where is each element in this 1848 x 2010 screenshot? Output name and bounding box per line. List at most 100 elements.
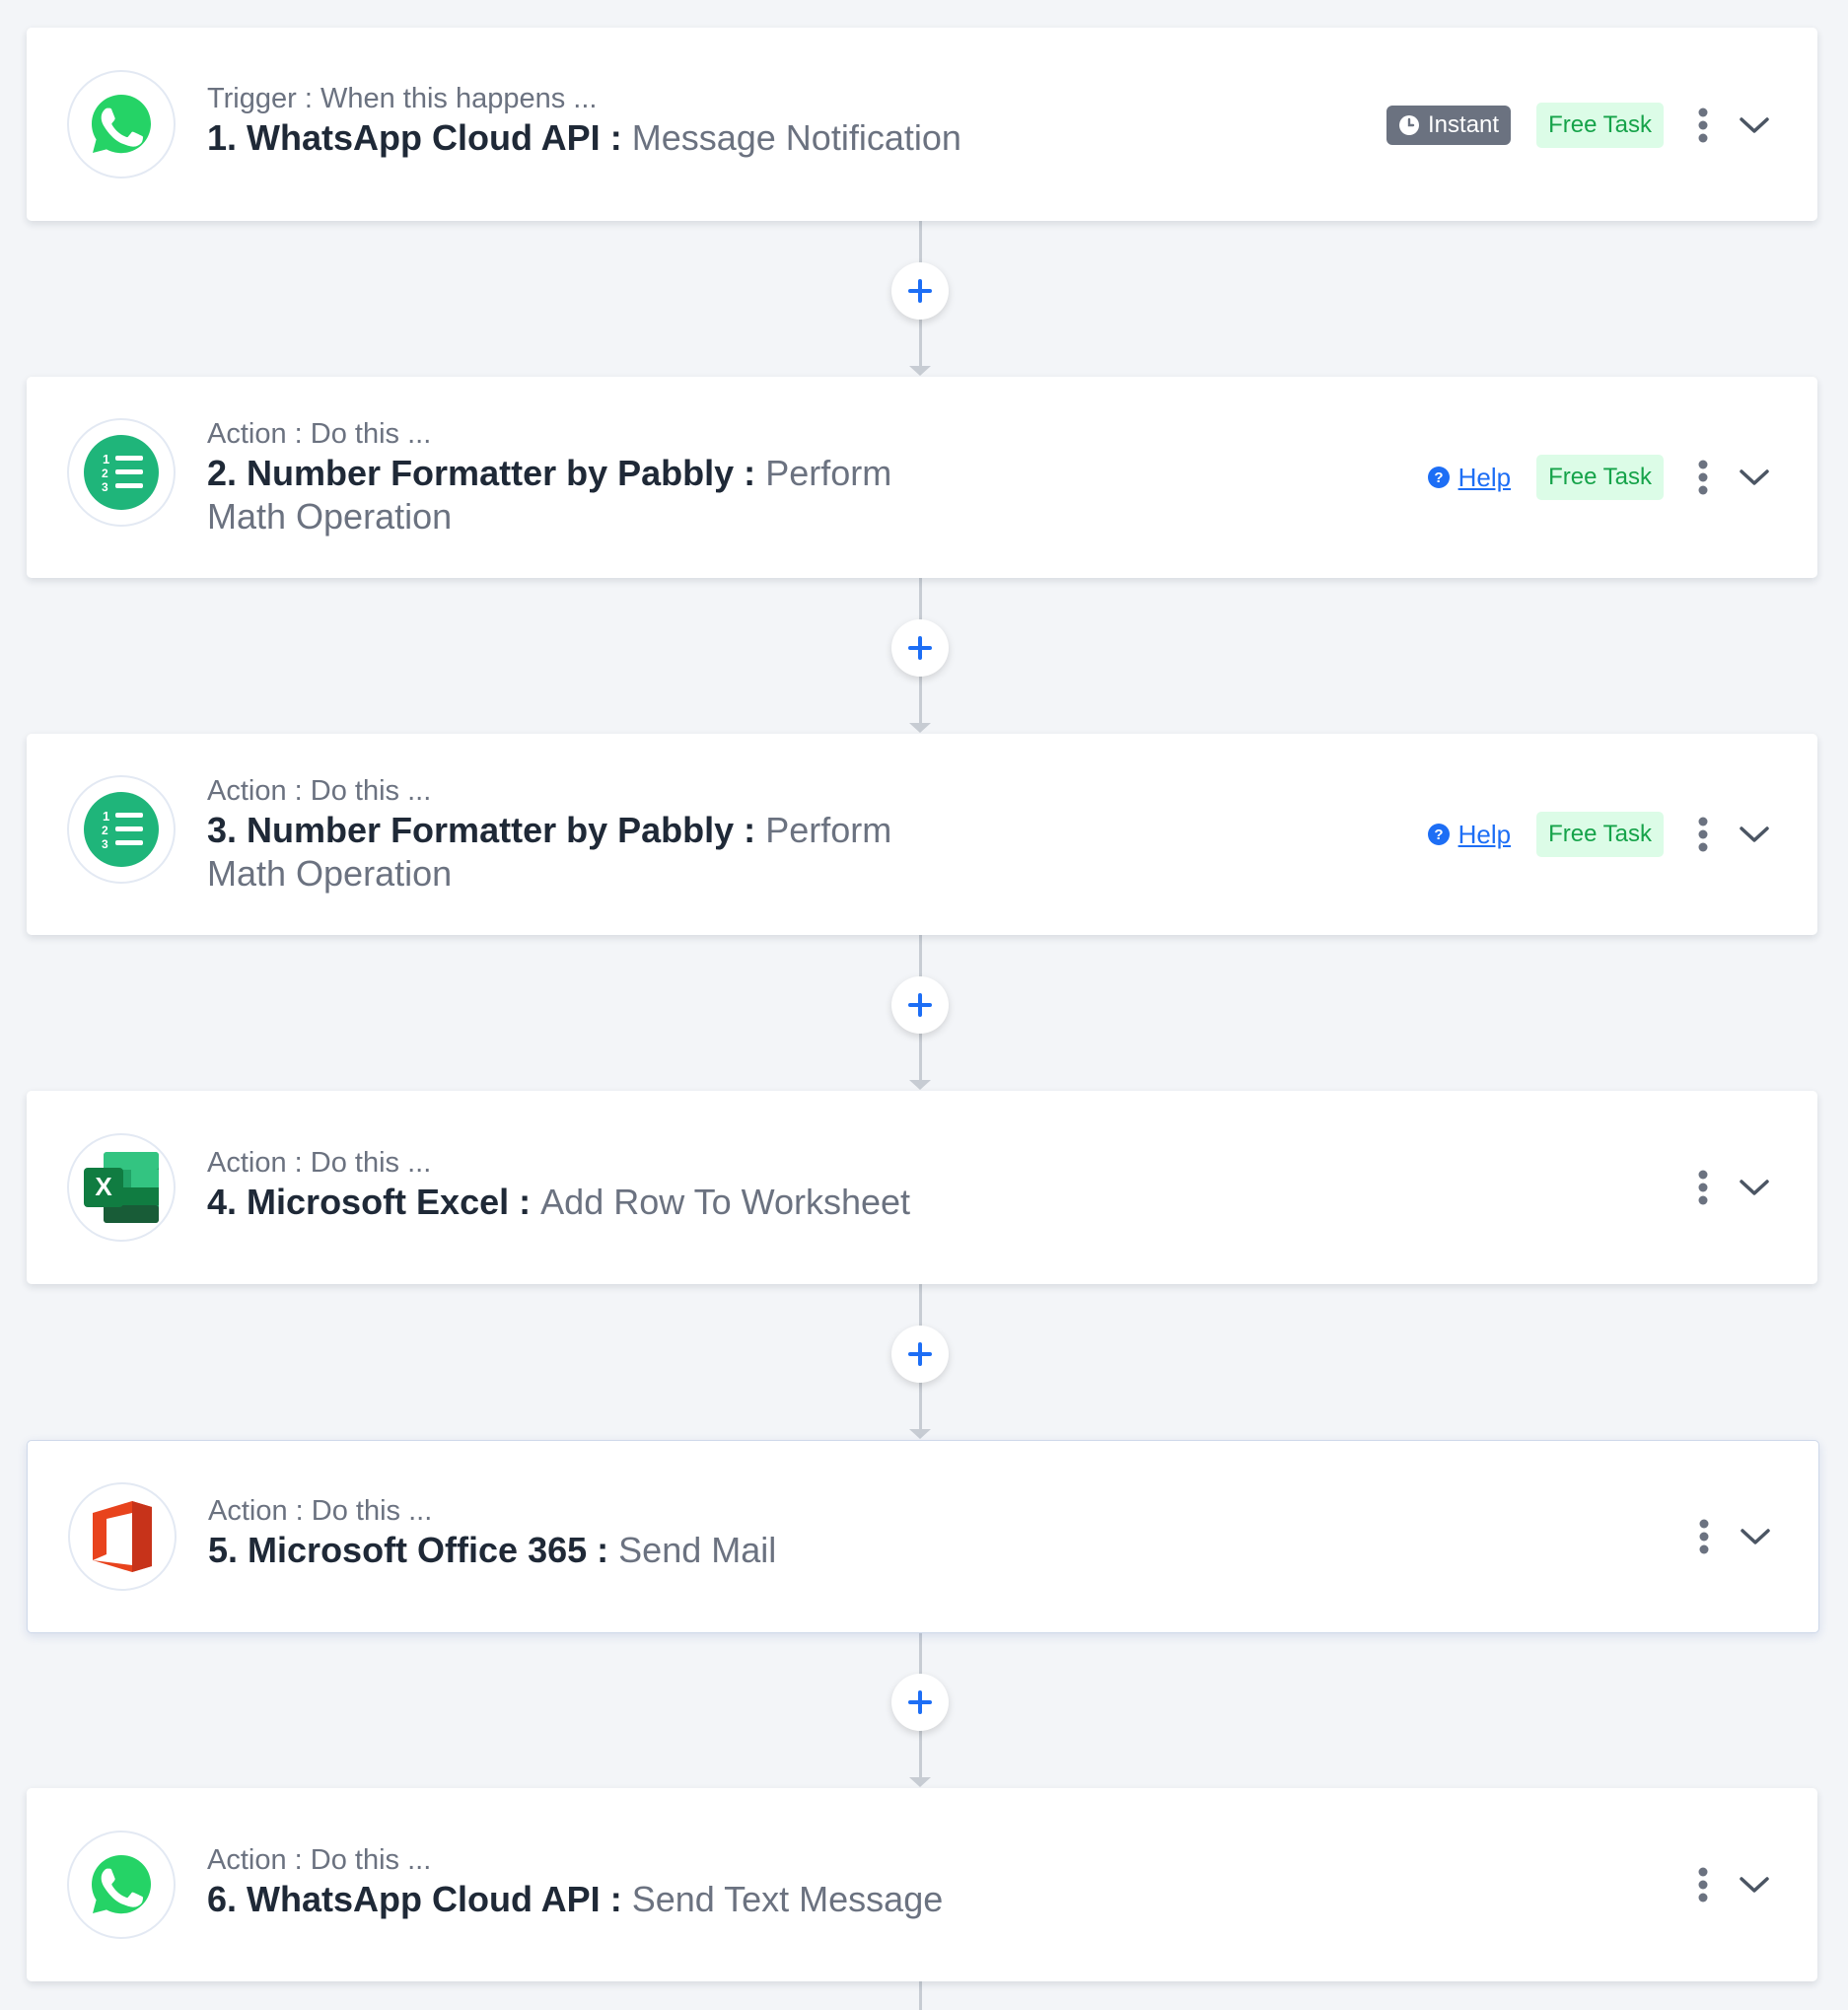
svg-text:2: 2 [102,467,108,480]
chevron-down-icon [1741,1529,1770,1544]
step-card-4[interactable]: X Action : Do this ... 4. Microsoft Exce… [27,1091,1817,1284]
add-step-button[interactable] [891,1674,949,1731]
step-separator: : [609,117,622,158]
office365-logo [68,1482,177,1591]
number-formatter-icon: 1 2 3 [84,435,159,510]
step-card-5[interactable]: Action : Do this ... 5. Microsoft Office… [27,1440,1819,1633]
plus-icon [908,279,932,303]
step-separator: : [744,453,756,493]
step-kind-label: Action : Do this ... [207,1147,432,1179]
step-kind-label: Action : Do this ... [207,1844,432,1876]
instant-badge-label: Instant [1428,111,1500,138]
plus-icon [908,993,932,1017]
flow-arrow [909,1080,931,1090]
step-card-1[interactable]: Trigger : When this happens ... 1. Whats… [27,28,1817,221]
expand-step-button[interactable] [1737,108,1772,143]
step-app-name: WhatsApp Cloud API [247,1879,601,1919]
step-number: 1. [207,117,238,158]
free-task-badge: Free Task [1536,812,1664,857]
kebab-icon [1698,108,1708,143]
step-app-name: Number Formatter by Pabbly [247,810,735,850]
step-kind-label: Action : Do this ... [207,775,432,807]
step-card-6[interactable]: Action : Do this ... 6. WhatsApp Cloud A… [27,1788,1817,1981]
kebab-icon [1699,1519,1709,1554]
help-link-label: Help [1457,462,1512,492]
step-menu-button[interactable] [1687,101,1719,150]
flow-arrow [909,366,931,376]
plus-icon [908,1690,932,1714]
whatsapp-icon [92,1855,151,1914]
step-event-name: Send Mail [618,1530,777,1570]
instant-badge: Instant [1386,106,1512,145]
plus-icon [908,1342,932,1366]
flow-arrow [909,723,931,733]
step-title: 5. Microsoft Office 365 : Send Mail [208,1529,977,1572]
add-step-button[interactable] [891,262,949,320]
help-link[interactable]: ? Help [1427,463,1511,493]
step-title: 4. Microsoft Excel : Add Row To Workshee… [207,1181,976,1224]
number-formatter-logo: 1 2 3 [67,775,176,884]
add-step-button[interactable] [891,976,949,1034]
whatsapp-logo [67,1831,176,1939]
expand-step-button[interactable] [1738,1519,1773,1554]
excel-icon: X [84,1152,159,1223]
step-title: 2. Number Formatter by Pabbly : Perform … [207,452,976,538]
chevron-down-icon [1740,1877,1769,1893]
step-app-name: WhatsApp Cloud API [247,117,601,158]
svg-text:?: ? [1434,826,1443,843]
step-separator: : [597,1530,609,1570]
chevron-down-icon [1740,117,1769,133]
step-menu-button[interactable] [1688,1512,1720,1561]
expand-step-button[interactable] [1737,1170,1772,1205]
excel-logo: X [67,1133,176,1242]
step-number: 3. [207,810,238,850]
step-card-3[interactable]: 1 2 3 Action : Do this ... 3. Number For… [27,734,1817,935]
step-menu-button[interactable] [1687,1163,1719,1212]
chevron-down-icon [1740,826,1769,842]
help-link[interactable]: ? Help [1427,820,1511,850]
svg-text:1: 1 [103,809,109,824]
free-task-badge: Free Task [1536,103,1664,148]
step-event-name: Add Row To Worksheet [540,1182,911,1222]
number-formatter-logo: 1 2 3 [67,418,176,527]
whatsapp-icon [92,95,151,154]
step-kind-label: Trigger : When this happens ... [207,83,598,114]
add-step-button[interactable] [891,619,949,677]
step-event-name: Message Notification [631,117,961,158]
kebab-icon [1698,1170,1708,1205]
step-separator: : [519,1182,532,1222]
svg-text:3: 3 [102,480,108,494]
expand-step-button[interactable] [1737,460,1772,495]
step-app-name: Microsoft Office 365 [248,1530,588,1570]
chevron-down-icon [1740,1180,1769,1195]
step-menu-button[interactable] [1687,810,1719,859]
expand-step-button[interactable] [1737,817,1772,852]
expand-step-button[interactable] [1737,1867,1772,1902]
flow-connector [919,1981,922,2010]
svg-text:2: 2 [102,824,108,837]
free-task-badge: Free Task [1536,455,1664,500]
step-number: 6. [207,1879,238,1919]
question-circle-icon: ? [1427,467,1450,488]
step-event-name: Send Text Message [631,1879,944,1919]
step-number: 4. [207,1182,238,1222]
step-menu-button[interactable] [1687,1860,1719,1909]
chevron-down-icon [1740,469,1769,485]
kebab-icon [1698,817,1708,852]
svg-text:X: X [95,1172,112,1201]
flow-arrow [909,1777,931,1787]
step-card-2[interactable]: 1 2 3 Action : Do this ... 2. Number For… [27,377,1817,578]
question-circle-icon: ? [1427,824,1450,845]
step-title: 3. Number Formatter by Pabbly : Perform … [207,809,976,896]
step-title: 6. WhatsApp Cloud API : Send Text Messag… [207,1878,976,1921]
step-app-name: Microsoft Excel [247,1182,510,1222]
add-step-button[interactable] [891,1326,949,1383]
step-title: 1. WhatsApp Cloud API : Message Notifica… [207,116,976,160]
step-app-name: Number Formatter by Pabbly [247,453,735,493]
kebab-icon [1698,1867,1708,1902]
number-formatter-icon: 1 2 3 [84,792,159,867]
step-number: 5. [208,1530,239,1570]
office365-icon [93,1501,152,1572]
help-link-label: Help [1457,819,1512,849]
step-menu-button[interactable] [1687,453,1719,502]
